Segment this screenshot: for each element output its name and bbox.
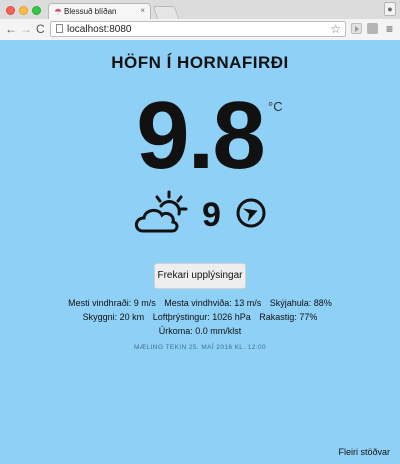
wind-speed: 9 bbox=[202, 196, 221, 234]
browser-chrome: ☂ Blessuð blíðan × ● ← → C localhost:808… bbox=[0, 0, 400, 40]
conditions-row: 9 bbox=[0, 190, 400, 250]
temperature-value: 9.8 bbox=[136, 82, 265, 189]
profile-icon[interactable]: ● bbox=[384, 2, 396, 16]
more-info-button[interactable]: Frekari upplýsingar bbox=[154, 263, 246, 289]
close-window-button[interactable] bbox=[6, 6, 15, 15]
forward-icon[interactable]: → bbox=[20, 22, 32, 36]
max-gust: Mesta vindhviða: 13 m/s bbox=[164, 298, 262, 308]
mean-wind: Mesti vindhraði: 9 m/s bbox=[68, 298, 156, 308]
browser-tab[interactable]: ☂ Blessuð blíðan × bbox=[48, 3, 151, 20]
zoom-window-button[interactable] bbox=[32, 6, 41, 15]
extension-play-icon[interactable] bbox=[351, 23, 362, 34]
details-row-1: Mesti vindhraði: 9 m/s Mesta vindhviða: … bbox=[0, 297, 400, 309]
cloud-cover: Skýjahula: 88% bbox=[269, 298, 332, 308]
temperature-unit: °C bbox=[268, 99, 283, 114]
more-stations-link[interactable]: Fleiri stöðvar bbox=[338, 447, 390, 457]
humidity: Rakastig: 77% bbox=[259, 312, 318, 322]
measurement-timestamp: MÆLING TEKIN 25. MAÍ 2016 KL. 12:00 bbox=[133, 344, 267, 351]
visibility: Skyggni: 20 km bbox=[82, 312, 145, 322]
url-text[interactable]: localhost:8080 bbox=[67, 23, 132, 36]
bookmark-star-icon[interactable]: ☆ bbox=[330, 22, 341, 36]
minimize-window-button[interactable] bbox=[19, 6, 28, 15]
wind-direction-icon bbox=[236, 198, 266, 228]
umbrella-icon: ☂ bbox=[54, 7, 63, 17]
station-name: HÖFN Í HORNAFIRÐI bbox=[111, 53, 289, 72]
reload-icon[interactable]: C bbox=[36, 22, 45, 36]
new-tab-button[interactable] bbox=[152, 6, 180, 19]
pressure: Loftþrýstingur: 1026 hPa bbox=[152, 312, 251, 322]
menu-icon[interactable]: ≡ bbox=[386, 22, 393, 36]
details-row-3: Úrkoma: 0.0 mm/klst bbox=[0, 325, 400, 337]
back-icon[interactable]: ← bbox=[5, 22, 17, 36]
page-icon bbox=[56, 24, 63, 33]
precipitation: Úrkoma: 0.0 mm/klst bbox=[158, 326, 242, 336]
address-bar[interactable]: localhost:8080 ☆ bbox=[50, 21, 346, 37]
details-row-2: Skyggni: 20 km Loftþrýstingur: 1026 hPa … bbox=[0, 311, 400, 323]
close-tab-icon[interactable]: × bbox=[140, 6, 145, 16]
extension-icon[interactable] bbox=[367, 23, 378, 34]
browser-toolbar: ← → C localhost:8080 ☆ ≡ bbox=[0, 19, 400, 40]
tab-strip: ☂ Blessuð blíðan × ● bbox=[0, 0, 400, 20]
tab-title: Blessuð blíðan bbox=[64, 7, 117, 16]
partly-cloudy-icon bbox=[134, 190, 188, 233]
